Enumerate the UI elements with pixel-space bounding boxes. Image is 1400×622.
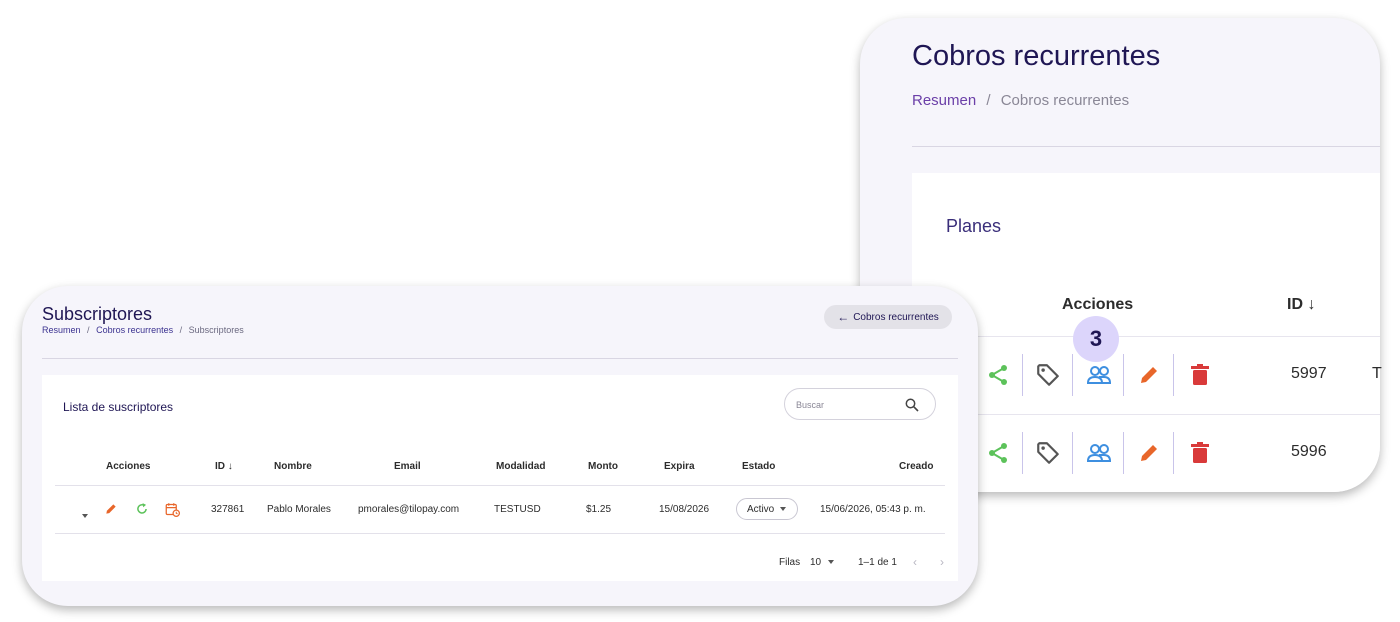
column-header-email[interactable]: Email bbox=[394, 461, 421, 472]
refresh-icon[interactable] bbox=[135, 502, 149, 521]
estado-select[interactable]: Activo bbox=[736, 498, 798, 520]
divider bbox=[912, 146, 1380, 147]
column-header-acciones[interactable]: Acciones bbox=[106, 461, 150, 472]
search-input[interactable] bbox=[794, 397, 898, 413]
breadcrumb-separator: / bbox=[986, 92, 991, 109]
chevron-down-icon bbox=[827, 557, 834, 568]
subscriptores-window: Subscriptores Resumen / Cobros recurrent… bbox=[22, 286, 978, 606]
rows-per-page-label: Filas bbox=[779, 557, 801, 568]
action-separator bbox=[1123, 354, 1124, 396]
back-button-label: Cobros recurrentes bbox=[853, 311, 939, 323]
plan-name: T bbox=[1372, 365, 1382, 382]
next-page-icon[interactable]: › bbox=[940, 555, 944, 569]
arrow-left-icon: ← bbox=[837, 310, 850, 324]
breadcrumb-cobros-link[interactable]: Cobros recurrentes bbox=[96, 325, 173, 335]
chevron-down-icon bbox=[780, 504, 787, 515]
action-separator bbox=[1173, 432, 1174, 474]
pencil-icon[interactable] bbox=[1134, 360, 1164, 390]
breadcrumb-separator: / bbox=[87, 325, 90, 335]
estado-value: Activo bbox=[747, 503, 775, 515]
trash-icon[interactable] bbox=[1185, 360, 1215, 390]
action-separator bbox=[1123, 432, 1124, 474]
cell-modalidad: TESTUSD bbox=[494, 504, 541, 515]
cell-creado: 15/06/2026, 05:43 p. m. bbox=[820, 504, 926, 515]
breadcrumb-separator: / bbox=[179, 325, 183, 335]
page-title: Cobros recurrentes bbox=[912, 40, 1161, 72]
action-separator bbox=[1072, 432, 1073, 474]
search-icon[interactable] bbox=[905, 398, 919, 417]
rows-per-page-select[interactable]: 10 bbox=[810, 557, 834, 568]
column-header-expira[interactable]: Expira bbox=[664, 461, 695, 472]
trash-icon[interactable] bbox=[1185, 438, 1215, 468]
row-divider bbox=[55, 533, 945, 534]
column-header-creado[interactable]: Creado bbox=[899, 461, 933, 472]
column-header-id[interactable]: ID ↓ bbox=[215, 461, 233, 472]
action-separator bbox=[1173, 354, 1174, 396]
page-title: Subscriptores bbox=[42, 304, 153, 324]
rows-per-page-value: 10 bbox=[810, 557, 822, 568]
pencil-icon[interactable] bbox=[1134, 438, 1164, 468]
pencil-icon[interactable] bbox=[104, 502, 118, 521]
breadcrumb-current: Subscriptores bbox=[188, 325, 244, 335]
users-icon[interactable] bbox=[1084, 360, 1114, 390]
breadcrumb: Resumen / Cobros recurrentes / Subscript… bbox=[42, 325, 244, 335]
breadcrumb: Resumen / Cobros recurrentes bbox=[912, 92, 1129, 109]
action-separator bbox=[1072, 354, 1073, 396]
share-icon[interactable] bbox=[983, 438, 1013, 468]
column-header-acciones[interactable]: Acciones bbox=[1062, 296, 1133, 314]
step-badge: 3 bbox=[1073, 316, 1119, 362]
column-header-nombre[interactable]: Nombre bbox=[274, 461, 312, 472]
cell-email: pmorales@tilopay.com bbox=[358, 504, 460, 515]
breadcrumb-current: Cobros recurrentes bbox=[1000, 92, 1130, 109]
cell-monto: $1.25 bbox=[586, 504, 612, 515]
row-divider bbox=[978, 336, 1380, 337]
back-to-cobros-button[interactable]: ← Cobros recurrentes bbox=[824, 305, 952, 329]
action-separator bbox=[1022, 354, 1023, 396]
plan-id: 5996 bbox=[1291, 443, 1327, 460]
plan-id: 5997 bbox=[1291, 365, 1327, 382]
share-icon[interactable] bbox=[983, 360, 1013, 390]
tag-icon[interactable] bbox=[1033, 438, 1063, 468]
tag-icon[interactable] bbox=[1033, 360, 1063, 390]
section-title: Planes bbox=[946, 216, 1002, 236]
calendar-clock-icon[interactable] bbox=[165, 502, 180, 522]
breadcrumb-resumen-link[interactable]: Resumen bbox=[42, 325, 81, 335]
search-box[interactable] bbox=[784, 388, 936, 420]
column-header-estado[interactable]: Estado bbox=[742, 461, 775, 472]
column-header-modalidad[interactable]: Modalidad bbox=[496, 461, 545, 472]
cell-nombre: Pablo Morales bbox=[267, 504, 331, 515]
action-separator bbox=[1022, 432, 1023, 474]
expand-row-icon[interactable] bbox=[82, 507, 88, 525]
prev-page-icon[interactable]: ‹ bbox=[913, 555, 917, 569]
pagination-range: 1–1 de 1 bbox=[858, 557, 897, 568]
cell-expira: 15/08/2026 bbox=[659, 504, 710, 515]
column-header-monto[interactable]: Monto bbox=[588, 461, 618, 472]
row-divider bbox=[978, 414, 1380, 415]
cell-id: 327861 bbox=[211, 504, 245, 515]
divider bbox=[42, 358, 958, 359]
breadcrumb-resumen-link[interactable]: Resumen bbox=[912, 92, 976, 109]
column-header-id[interactable]: ID ↓ bbox=[1287, 296, 1315, 314]
header-divider bbox=[55, 485, 945, 486]
users-icon[interactable] bbox=[1084, 438, 1114, 468]
list-title: Lista de suscriptores bbox=[63, 400, 174, 414]
